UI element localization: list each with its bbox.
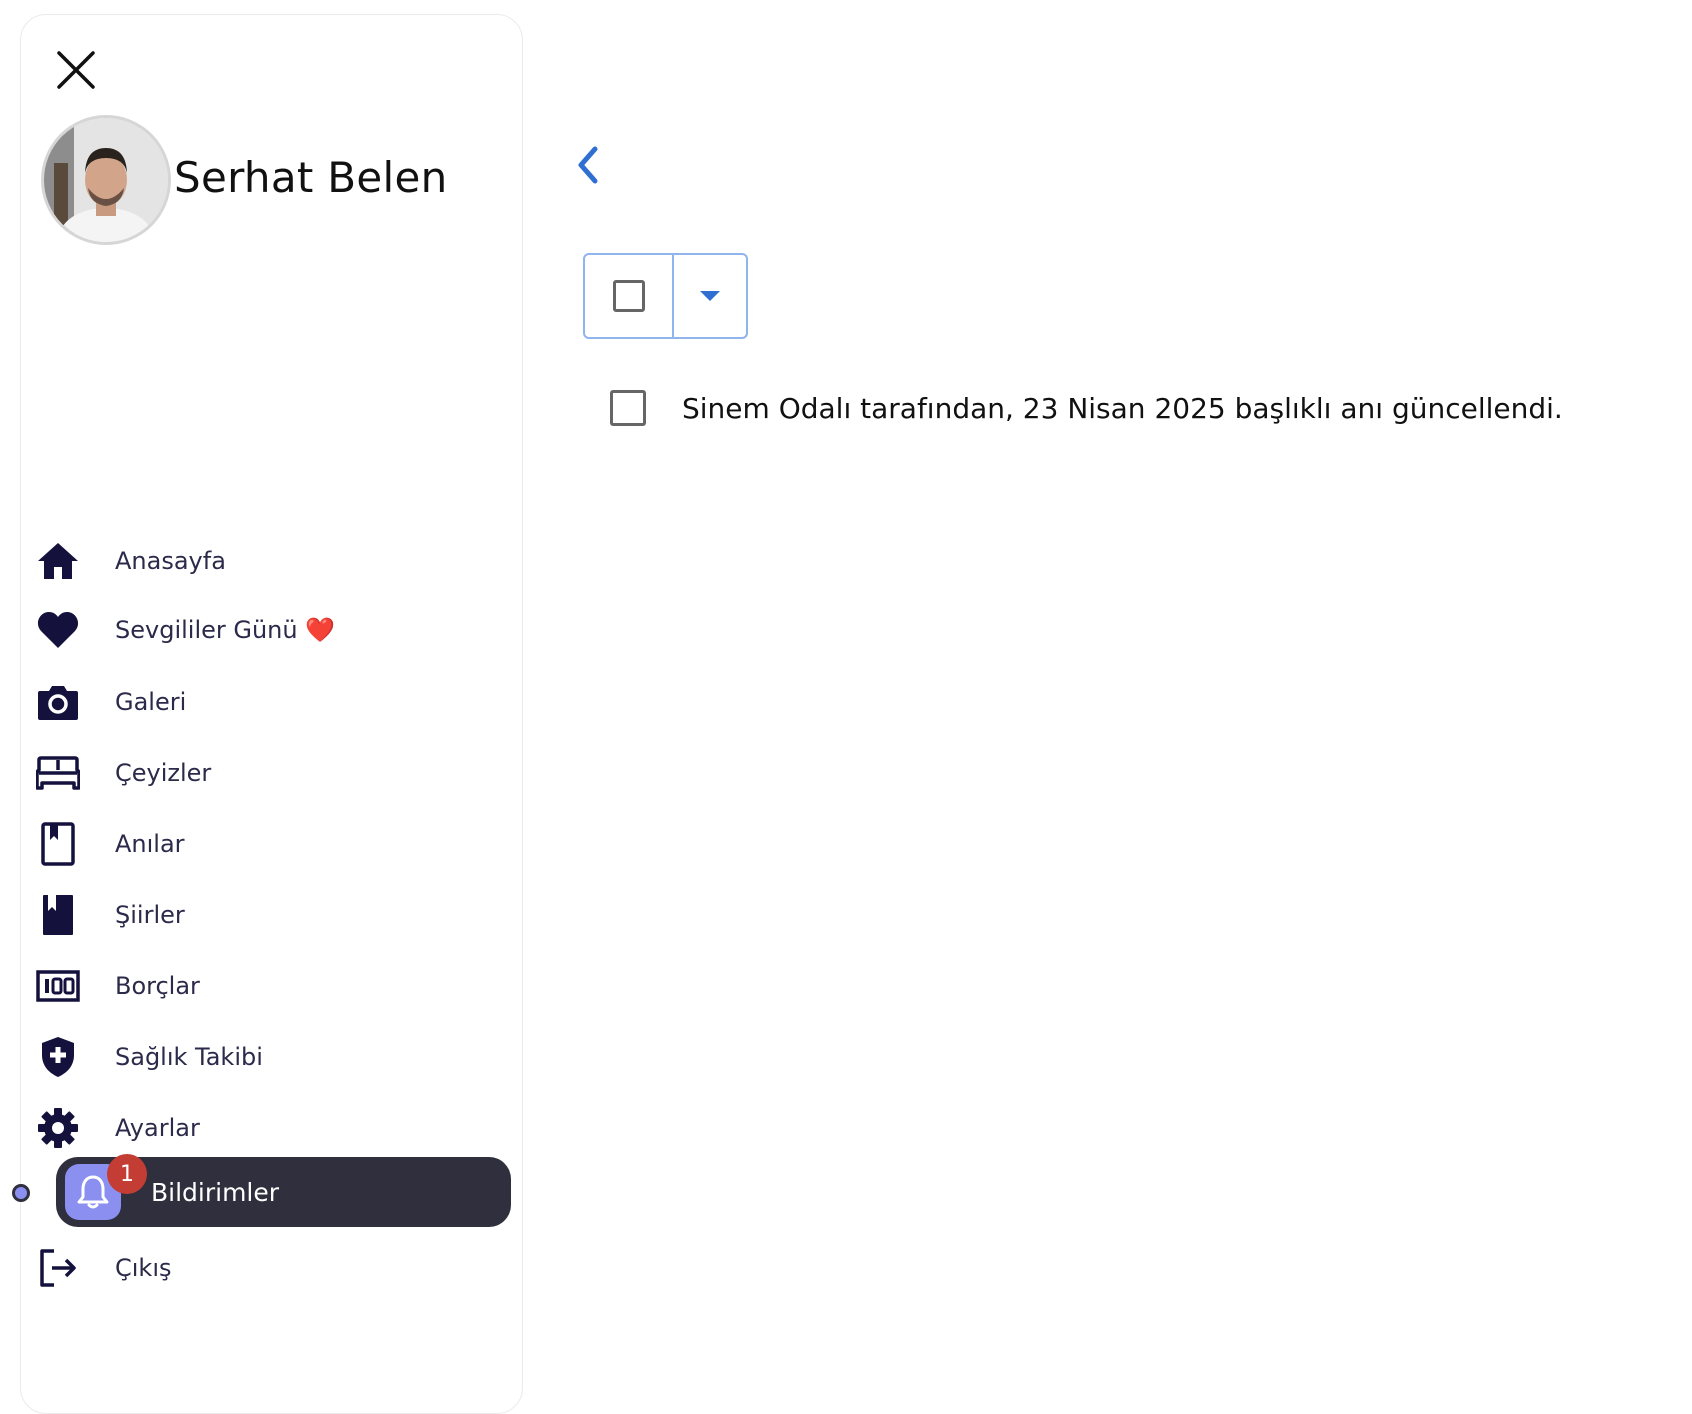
sidebar-item-label: Şiirler <box>115 901 185 929</box>
caret-down-icon <box>700 291 720 301</box>
health-shield-icon <box>34 1033 82 1081</box>
gear-icon <box>34 1104 82 1152</box>
camera-icon <box>34 678 82 726</box>
notification-count-badge: 1 <box>107 1154 147 1194</box>
notification-item: Sinem Odalı tarafından, 23 Nisan 2025 ba… <box>610 386 1563 430</box>
select-options-dropdown[interactable] <box>674 255 746 337</box>
sidebar-item-label: Bildirimler <box>151 1177 280 1207</box>
sidebar-item-label: Ayarlar <box>115 1114 200 1142</box>
notification-checkbox[interactable] <box>610 390 646 426</box>
active-indicator-dot <box>12 1184 30 1202</box>
heart-icon <box>34 606 82 654</box>
sidebar-item-anasayfa[interactable]: Anasayfa <box>30 530 510 592</box>
close-icon <box>57 51 95 89</box>
bed-icon <box>34 749 82 797</box>
sidebar-item-label: Galeri <box>115 688 187 716</box>
sidebar-item-label: Çeyizler <box>115 759 212 787</box>
bulk-select-control <box>583 253 748 339</box>
chevron-left-icon <box>578 146 598 184</box>
sidebar-item-label: Anasayfa <box>115 547 226 575</box>
sidebar-item-anilar[interactable]: Anılar <box>30 813 510 875</box>
logout-icon <box>34 1244 82 1292</box>
sidebar-item-label: Çıkış <box>115 1254 172 1282</box>
sidebar-item-label: Anılar <box>115 830 185 858</box>
bell-icon-box: 1 <box>65 1154 147 1220</box>
bell-icon <box>77 1175 109 1209</box>
sidebar-item-label: Sevgililer Günü ❤️ <box>115 616 336 644</box>
sidebar-item-borclar[interactable]: Borçlar <box>30 955 510 1017</box>
select-all-checkbox[interactable] <box>585 255 674 337</box>
book-outline-icon <box>34 820 82 868</box>
home-icon <box>34 537 82 585</box>
sidebar-item-sevgililer-gunu[interactable]: Sevgililer Günü ❤️ <box>30 599 510 661</box>
sidebar-item-label: Sağlık Takibi <box>115 1043 263 1071</box>
book-filled-icon <box>34 891 82 939</box>
sidebar-item-cikis[interactable]: Çıkış <box>30 1237 510 1299</box>
close-sidebar-button[interactable] <box>53 47 99 93</box>
back-button[interactable] <box>568 140 608 190</box>
sidebar-item-galeri[interactable]: Galeri <box>30 671 510 733</box>
money-icon <box>34 962 82 1010</box>
checkbox-icon <box>612 280 645 312</box>
avatar <box>44 118 168 242</box>
sidebar-item-saglik-takibi[interactable]: Sağlık Takibi <box>30 1026 510 1088</box>
sidebar-item-label: Borçlar <box>115 972 200 1000</box>
user-name: Serhat Belen <box>174 153 448 202</box>
notification-text[interactable]: Sinem Odalı tarafından, 23 Nisan 2025 ba… <box>682 392 1563 425</box>
sidebar-item-ceyizler[interactable]: Çeyizler <box>30 742 510 804</box>
sidebar-item-ayarlar[interactable]: Ayarlar <box>30 1097 510 1159</box>
sidebar-item-siirler[interactable]: Şiirler <box>30 884 510 946</box>
sidebar-item-bildirimler[interactable]: 1 Bildirimler <box>56 1154 511 1227</box>
